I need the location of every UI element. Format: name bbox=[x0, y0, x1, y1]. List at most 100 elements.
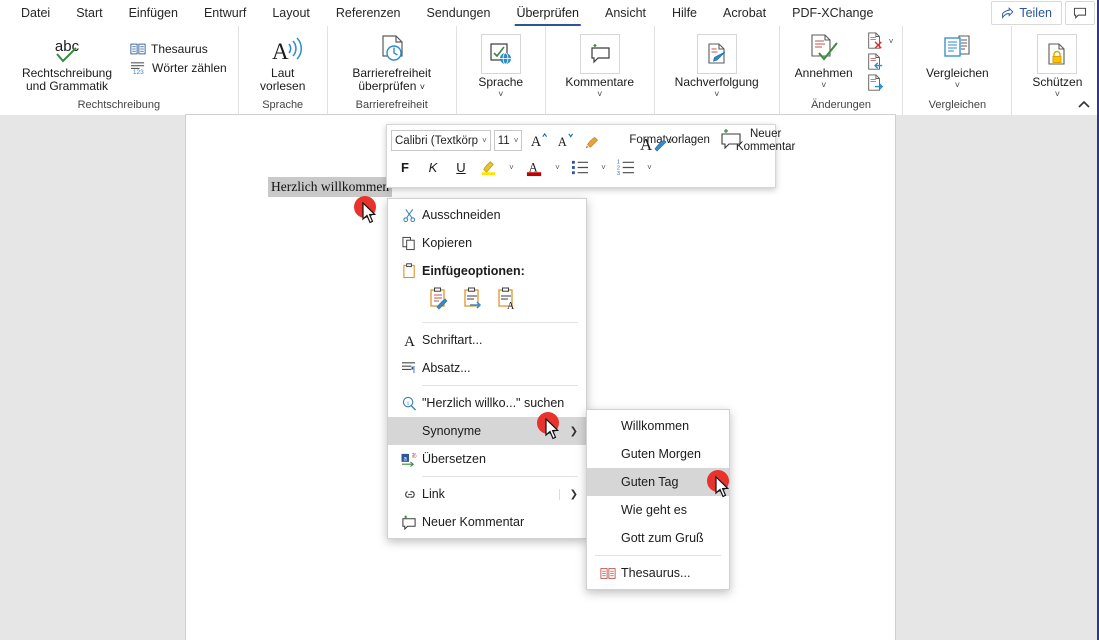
context-menu-separator-2 bbox=[422, 385, 578, 386]
ribbon-tab-layout[interactable]: Layout bbox=[259, 0, 323, 26]
svg-text:A: A bbox=[640, 135, 653, 154]
highlight-button[interactable] bbox=[475, 157, 502, 179]
ribbon-tab-ansicht[interactable]: Ansicht bbox=[592, 0, 659, 26]
selected-document-text[interactable]: Herzlich willkommen bbox=[268, 177, 393, 197]
read-aloud-button[interactable]: A Laut vorlesen bbox=[247, 29, 319, 93]
accept-change-icon bbox=[804, 31, 844, 65]
ribbon-tab-start[interactable]: Start bbox=[63, 0, 115, 26]
context-menu-item-uebersetzen[interactable]: a あ Übersetzen bbox=[388, 445, 586, 473]
ribbon-tab-hilfe[interactable]: Hilfe bbox=[659, 0, 710, 26]
context-menu-item-link[interactable]: Link ❯ bbox=[388, 480, 586, 508]
numbered-list-icon: 1 2 3 bbox=[617, 160, 635, 176]
group-label-sprache-dropdown bbox=[467, 99, 535, 115]
group-label-sprache: Sprache bbox=[262, 99, 304, 111]
previous-change-button[interactable] bbox=[864, 52, 899, 72]
keep-source-formatting-icon[interactable] bbox=[428, 287, 450, 313]
font-color-button[interactable]: A bbox=[521, 157, 548, 179]
context-menu-label-ausschneiden: Ausschneiden bbox=[422, 208, 501, 222]
word-count-label: Wörter zählen bbox=[152, 60, 227, 75]
share-button[interactable]: Teilen bbox=[991, 1, 1062, 25]
accessibility-check-icon bbox=[372, 31, 412, 65]
chevron-down-icon: ˅ bbox=[1054, 89, 1060, 99]
synonyms-submenu: Willkommen Guten Morgen Guten Tag Wie ge… bbox=[586, 409, 730, 590]
ribbon-tab-acrobat[interactable]: Acrobat bbox=[710, 0, 779, 26]
submenu-item-thesaurus[interactable]: Thesaurus... bbox=[587, 559, 729, 587]
numbering-button[interactable]: 1 2 3 bbox=[613, 157, 640, 179]
track-changes-label: Nachverfolgung bbox=[674, 75, 759, 89]
word-count-button[interactable]: 123 Wörter zählen bbox=[128, 59, 232, 76]
new-comment-mini-icon bbox=[721, 129, 741, 150]
chevron-right-icon: ❯ bbox=[558, 488, 586, 500]
collapse-ribbon-button[interactable] bbox=[1077, 100, 1091, 112]
track-changes-icon bbox=[696, 34, 737, 74]
submenu-item-guten-morgen[interactable]: Guten Morgen bbox=[587, 440, 729, 468]
accessibility-check-button[interactable]: Barrierefreiheit überprüfen ˅ bbox=[336, 29, 448, 94]
keep-text-only-icon[interactable]: A bbox=[496, 287, 518, 313]
accept-change-button[interactable]: Annehmen ˅ bbox=[784, 29, 864, 90]
chevron-down-icon: ˅ bbox=[954, 80, 960, 90]
mouse-cursor-synonyme bbox=[545, 418, 560, 440]
underline-button[interactable]: U bbox=[447, 157, 475, 179]
text-highlight-icon bbox=[481, 161, 496, 176]
ribbon-tab-sendungen[interactable]: Sendungen bbox=[414, 0, 504, 26]
bold-button[interactable]: F bbox=[391, 157, 419, 179]
comments-button[interactable] bbox=[1065, 1, 1095, 25]
context-menu-separator-3 bbox=[422, 476, 578, 477]
font-size-combo[interactable]: 11 ˅ bbox=[493, 130, 523, 151]
submenu-item-gott-zum-gruss[interactable]: Gott zum Gruß bbox=[587, 524, 729, 552]
ribbon-tab-einf-gen[interactable]: Einfügen bbox=[116, 0, 191, 26]
search-smart-lookup-icon: i bbox=[396, 396, 422, 411]
context-menu-item-suchen[interactable]: i "Herzlich willko..." suchen bbox=[388, 389, 586, 417]
submenu-item-wie-geht-es[interactable]: Wie geht es bbox=[587, 496, 729, 524]
context-menu-item-ausschneiden[interactable]: Ausschneiden bbox=[388, 201, 586, 229]
language-button[interactable]: Sprache ˅ bbox=[467, 32, 535, 99]
share-button-label: Teilen bbox=[1019, 6, 1052, 20]
ribbon-tab-datei[interactable]: Datei bbox=[8, 0, 63, 26]
comments-ribbon-button[interactable]: Kommentare ˅ bbox=[556, 32, 644, 99]
submenu-label-willkommen: Willkommen bbox=[621, 419, 690, 433]
submenu-item-willkommen[interactable]: Willkommen bbox=[587, 412, 729, 440]
svg-text:˅: ˅ bbox=[668, 137, 673, 146]
svg-text:A: A bbox=[529, 160, 538, 174]
format-painter-button[interactable] bbox=[579, 130, 606, 152]
svg-text:A: A bbox=[507, 301, 515, 310]
svg-text:A: A bbox=[558, 135, 567, 149]
next-change-button[interactable] bbox=[864, 73, 899, 93]
svg-text:A: A bbox=[272, 39, 289, 64]
context-menu-item-absatz[interactable]: ¶ Absatz... bbox=[388, 354, 586, 382]
ribbon-tab--berpr-fen[interactable]: Überprüfen bbox=[503, 0, 592, 26]
grow-font-button[interactable]: A bbox=[525, 130, 552, 152]
context-menu-item-kopieren[interactable]: Kopieren bbox=[388, 229, 586, 257]
ribbon-tab-entwurf[interactable]: Entwurf bbox=[191, 0, 259, 26]
track-changes-button[interactable]: Nachverfolgung ˅ bbox=[665, 32, 769, 99]
ribbon-group-nachverfolgung: Nachverfolgung ˅ bbox=[653, 26, 779, 115]
font-color-icon: A bbox=[526, 160, 542, 177]
accessibility-check-label-2: überprüfen bbox=[358, 79, 417, 93]
thesaurus-book-icon bbox=[595, 567, 621, 580]
shrink-font-button[interactable]: A bbox=[552, 130, 579, 152]
italic-button[interactable]: K bbox=[419, 157, 447, 179]
ribbon-group-barrierefreiheit: Barrierefreiheit überprüfen ˅ Barrierefr… bbox=[326, 26, 456, 115]
chevron-down-icon: ˅ bbox=[821, 80, 827, 90]
bullets-dropdown[interactable]: ˅ bbox=[594, 157, 613, 179]
scissors-icon bbox=[396, 208, 422, 223]
chevron-down-icon[interactable]: ˅ bbox=[889, 37, 894, 46]
svg-text:A: A bbox=[531, 134, 542, 150]
thesaurus-button[interactable]: Thesaurus bbox=[128, 41, 232, 57]
spelling-grammar-button[interactable]: abc Rechtschreibung und Grammatik bbox=[6, 29, 128, 93]
highlight-dropdown[interactable]: ˅ bbox=[502, 157, 521, 179]
ribbon-tab-pdf-xchange[interactable]: PDF-XChange bbox=[779, 0, 886, 26]
merge-formatting-icon[interactable] bbox=[462, 287, 484, 313]
svg-text:¶: ¶ bbox=[411, 365, 415, 374]
context-menu-item-schriftart[interactable]: A Schriftart... bbox=[388, 326, 586, 354]
numbering-dropdown[interactable]: ˅ bbox=[640, 157, 659, 179]
font-color-dropdown[interactable]: ˅ bbox=[548, 157, 567, 179]
protect-button[interactable]: Schützen ˅ bbox=[1022, 32, 1092, 99]
reject-change-button[interactable]: ˅ bbox=[864, 31, 899, 51]
mouse-cursor-document bbox=[362, 202, 377, 224]
font-name-combo[interactable]: Calibri (Textkörp ˅ bbox=[391, 130, 491, 151]
context-menu-item-neuer-kommentar[interactable]: Neuer Kommentar bbox=[388, 508, 586, 536]
compare-button[interactable]: Vergleichen ˅ bbox=[913, 29, 1001, 90]
bullets-button[interactable] bbox=[567, 157, 594, 179]
ribbon-tab-referenzen[interactable]: Referenzen bbox=[323, 0, 414, 26]
